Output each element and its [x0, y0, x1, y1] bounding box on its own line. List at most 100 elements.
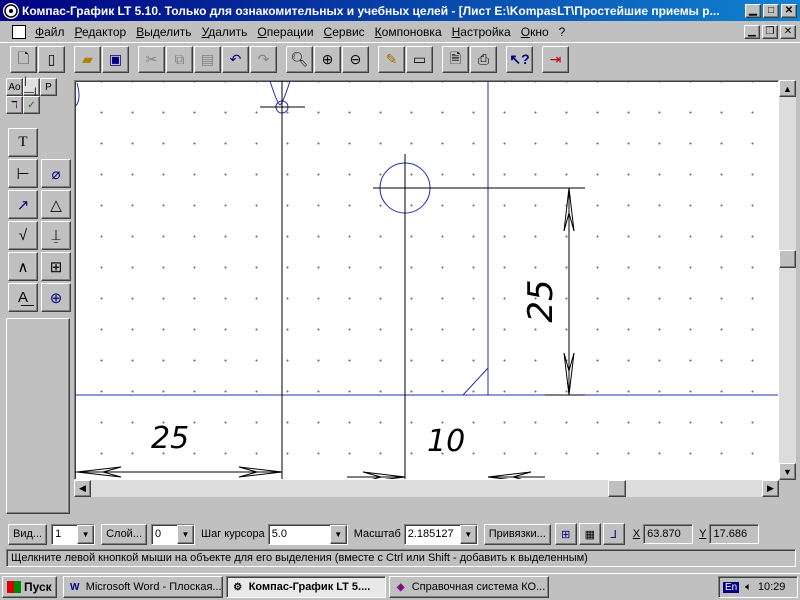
word-icon: W: [69, 581, 80, 593]
geometry-mode-tab[interactable]: Ао: [6, 78, 23, 96]
scroll-down-button[interactable]: ▼: [779, 463, 796, 480]
task-help-label: Справочная система КО...: [411, 581, 546, 593]
redo-button[interactable]: ↷: [250, 46, 277, 73]
language-indicator[interactable]: En: [723, 581, 740, 593]
preview-button[interactable]: 🗎: [442, 46, 469, 73]
edit-mode-tab[interactable]: Р: [40, 78, 57, 96]
menu-help[interactable]: ?: [554, 25, 571, 39]
view-select[interactable]: 1 ▼: [51, 523, 96, 545]
arrow-down-icon: ▼: [783, 466, 792, 477]
cut-button[interactable]: ✂: [138, 46, 165, 73]
document-icon[interactable]: [12, 24, 26, 39]
doc-close-button[interactable]: ✕: [780, 24, 796, 39]
close-button[interactable]: ✕: [781, 3, 797, 18]
new-sheet-button[interactable]: 🗋: [10, 46, 37, 73]
leader-button[interactable]: ∧: [8, 252, 38, 281]
zoom-in-button[interactable]: ⊕: [314, 46, 341, 73]
dimensions-mode-tab[interactable]: |—|: [23, 76, 40, 98]
paste-button[interactable]: ▤: [194, 46, 221, 73]
zoom-out-button[interactable]: ⊖: [342, 46, 369, 73]
refresh-button[interactable]: ▭: [406, 46, 433, 73]
cursor-step-select[interactable]: 5.0 ▼: [267, 523, 348, 545]
scale-select[interactable]: 2.185127 ▼: [403, 523, 478, 545]
dimension-text-vertical[interactable]: 25: [521, 271, 561, 331]
view-button[interactable]: Вид...: [8, 523, 48, 545]
vertical-scrollbar[interactable]: ▲ ▼: [779, 80, 796, 480]
exit-icon: ⇥: [549, 51, 562, 67]
horizontal-scroll-thumb[interactable]: [608, 480, 626, 497]
scroll-left-button[interactable]: ◀: [74, 480, 91, 497]
menu-service[interactable]: Сервис: [319, 25, 370, 39]
x-coordinate-field[interactable]: 63.870: [643, 524, 694, 544]
task-help-system[interactable]: ◈ Справочная система КО...: [388, 576, 549, 598]
roughness-button[interactable]: √: [8, 221, 38, 250]
pan-button[interactable]: ✎: [378, 46, 405, 73]
text-tool-button[interactable]: T: [8, 128, 38, 157]
zoom-button[interactable]: 🔍︎: [286, 46, 313, 73]
menu-select[interactable]: Выделить: [131, 25, 196, 39]
doc-minimize-button[interactable]: ▁: [744, 24, 760, 39]
minimize-icon: ▁: [749, 4, 757, 16]
snaps-button[interactable]: Привязки...: [483, 523, 551, 545]
linear-dimension-button[interactable]: ⊢: [8, 159, 38, 188]
dimension-text-left[interactable]: 25: [151, 421, 189, 456]
new-fragment-button[interactable]: ▯: [38, 46, 65, 73]
minimize-button[interactable]: ▁: [745, 3, 761, 18]
vertical-scroll-thumb[interactable]: [779, 250, 796, 268]
task-kompas[interactable]: ⚙ Компас-График LT 5....: [225, 576, 386, 598]
drawing-canvas[interactable]: 25 10 25: [74, 80, 779, 480]
menu-layout[interactable]: Компоновка: [370, 25, 447, 39]
table-button[interactable]: ⊞: [41, 252, 71, 281]
position-label-button[interactable]: A͟: [8, 283, 38, 312]
print-button[interactable]: ⎙: [470, 46, 497, 73]
local-cs-button[interactable]: ⅃: [602, 523, 625, 545]
copy-button[interactable]: ⧉: [166, 46, 193, 73]
title-bar[interactable]: Компас-График LT 5.10. Только для ознако…: [0, 0, 800, 21]
arrow-left-b: [487, 471, 532, 479]
refresh-icon: ▭: [412, 51, 427, 67]
measure-mode-tab[interactable]: ℸ: [6, 96, 23, 114]
menu-file[interactable]: Файл: [30, 25, 70, 39]
scroll-right-button[interactable]: ▶: [762, 480, 779, 497]
maximize-button[interactable]: □: [763, 3, 779, 18]
scroll-up-button[interactable]: ▲: [779, 80, 796, 97]
datum-button[interactable]: ⍊: [41, 221, 71, 250]
start-button[interactable]: Пуск: [2, 576, 57, 598]
speaker-icon[interactable]: 🔈︎: [745, 581, 752, 594]
y-coordinate-field[interactable]: 17.686: [709, 524, 760, 544]
grid-button[interactable]: ▦: [578, 523, 601, 545]
preview-icon: 🗎: [449, 49, 462, 66]
radius-dimension-button[interactable]: ↗: [8, 190, 38, 219]
open-button[interactable]: ▰: [74, 46, 101, 73]
main-toolbar: 🗋 ▯ ▰ ▣ ✂ ⧉ ▤ ↶ ↷ 🔍︎ ⊕ ⊖ ✎ ▭ 🗎 ⎙ ↖? ⇥: [0, 42, 800, 76]
menu-window[interactable]: Окно: [516, 25, 554, 39]
ortho-icon: ⊞: [561, 528, 571, 541]
help-pointer-icon: ↖?: [509, 51, 530, 67]
menu-delete[interactable]: Удалить: [197, 25, 253, 39]
menu-operations[interactable]: Операции: [252, 25, 318, 39]
save-icon: ▣: [108, 51, 123, 67]
undo-button[interactable]: ↶: [222, 46, 249, 73]
chevron-down-icon: ▼: [459, 524, 477, 544]
diameter-dimension-button[interactable]: ⌀: [41, 159, 71, 188]
doc-restore-button[interactable]: ❐: [762, 24, 778, 39]
chevron-down-icon: ▼: [77, 524, 95, 544]
pan-icon: ✎: [385, 51, 398, 67]
horizontal-scrollbar[interactable]: ◀ ▶: [74, 480, 779, 497]
angle-dimension-button[interactable]: △: [41, 190, 71, 219]
save-button[interactable]: ▣: [102, 46, 129, 73]
context-help-button[interactable]: ↖?: [506, 46, 533, 73]
ortho-button[interactable]: ⊞: [554, 523, 577, 545]
exit-button[interactable]: ⇥: [542, 46, 569, 73]
layer-button[interactable]: Слой...: [101, 523, 147, 545]
kompas-app-icon[interactable]: [3, 2, 19, 19]
paste-icon: ▤: [200, 51, 215, 67]
task-word[interactable]: W Microsoft Word - Плоская...: [62, 576, 223, 598]
y-label: Y: [699, 528, 707, 540]
layer-select[interactable]: 0 ▼: [151, 523, 195, 545]
select-mode-tab[interactable]: ✓: [23, 96, 40, 114]
dimension-text-right[interactable]: 10: [427, 424, 465, 459]
menu-settings[interactable]: Настройка: [447, 25, 516, 39]
menu-editor[interactable]: Редактор: [70, 25, 132, 39]
center-mark-button[interactable]: ⊕: [41, 283, 71, 312]
